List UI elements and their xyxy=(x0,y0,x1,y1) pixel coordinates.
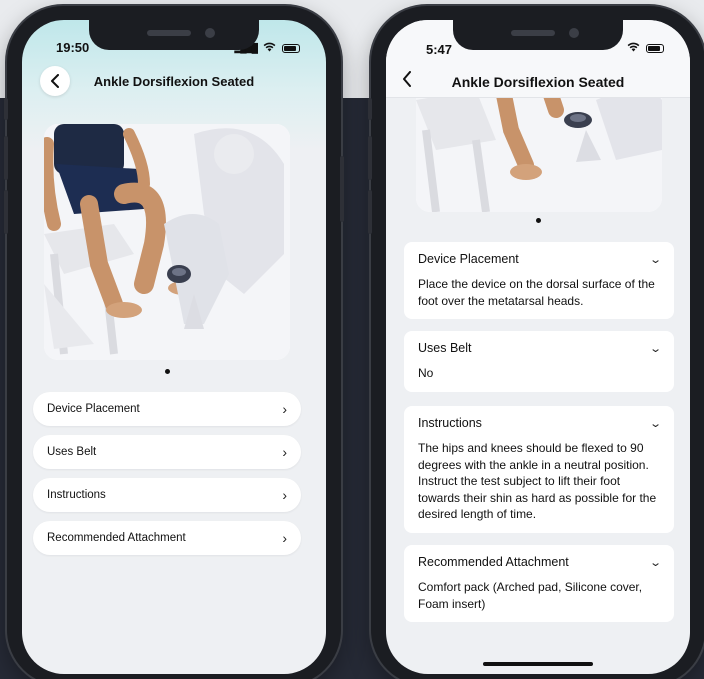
phone-right: 5:47 Ankle Dorsiflexion Seated Device Pl… xyxy=(368,6,704,679)
status-time: 19:50 xyxy=(56,40,90,55)
page-title: Ankle Dorsiflexion Seated xyxy=(93,74,255,89)
notch xyxy=(89,20,259,50)
notch xyxy=(453,20,623,50)
chevron-down-icon: ⌄ xyxy=(648,253,662,266)
page-title: Ankle Dorsiflexion Seated xyxy=(451,74,625,90)
section-recommended-attachment: Recommended Attachment ⌄ Comfort pack (A… xyxy=(404,545,674,622)
chevron-right-icon: › xyxy=(282,444,287,460)
side-button xyxy=(368,136,372,180)
section-body: Comfort pack (Arched pad, Silicone cover… xyxy=(418,580,643,611)
section-title: Recommended Attachment xyxy=(418,555,569,569)
section-device-placement: Device Placement ⌄ Place the device on t… xyxy=(404,242,674,319)
row-label: Uses Belt xyxy=(47,446,97,458)
section-uses-belt: Uses Belt ⌄ No xyxy=(404,331,674,392)
section-header[interactable]: Instructions ⌄ xyxy=(418,416,662,430)
section-body: Place the device on the dorsal surface o… xyxy=(418,277,655,308)
row-recommended-attachment[interactable]: Recommended Attachment › xyxy=(33,521,301,555)
page-indicator-dot xyxy=(536,218,541,223)
side-button xyxy=(4,136,8,180)
screen: 19:50 ▂▄▆█ Ankle Dorsiflexion Seated xyxy=(22,20,326,674)
wifi-icon xyxy=(627,41,640,55)
side-button xyxy=(340,156,344,222)
row-label: Instructions xyxy=(47,489,106,501)
side-button xyxy=(4,190,8,234)
screen: 5:47 Ankle Dorsiflexion Seated Device Pl… xyxy=(386,20,690,674)
side-button xyxy=(4,98,8,120)
chevron-down-icon: ⌄ xyxy=(648,556,662,569)
row-instructions[interactable]: Instructions › xyxy=(33,478,301,512)
section-title: Instructions xyxy=(418,416,482,430)
exercise-illustration xyxy=(44,124,290,360)
chevron-right-icon: › xyxy=(282,487,287,503)
section-title: Uses Belt xyxy=(418,341,472,355)
home-indicator xyxy=(483,662,593,666)
battery-icon xyxy=(282,43,300,53)
row-device-placement[interactable]: Device Placement › xyxy=(33,392,301,426)
row-uses-belt[interactable]: Uses Belt › xyxy=(33,435,301,469)
exercise-illustration xyxy=(416,80,662,212)
chevron-right-icon: › xyxy=(282,530,287,546)
wifi-icon xyxy=(263,41,276,55)
section-instructions: Instructions ⌄ The hips and knees should… xyxy=(404,406,674,533)
section-header[interactable]: Uses Belt ⌄ xyxy=(418,341,662,355)
section-body: The hips and knees should be flexed to 9… xyxy=(418,441,657,521)
chevron-right-icon: › xyxy=(282,401,287,417)
status-time: 5:47 xyxy=(426,42,453,57)
chevron-down-icon: ⌄ xyxy=(648,417,662,430)
section-header[interactable]: Device Placement ⌄ xyxy=(418,252,662,266)
section-body: No xyxy=(418,366,434,380)
row-label: Recommended Attachment xyxy=(47,532,186,544)
side-button xyxy=(368,190,372,234)
chevron-down-icon: ⌄ xyxy=(648,342,662,355)
row-label: Device Placement xyxy=(47,403,140,415)
status-icons xyxy=(627,41,664,55)
section-header[interactable]: Recommended Attachment ⌄ xyxy=(418,555,662,569)
phone-left: 19:50 ▂▄▆█ Ankle Dorsiflexion Seated xyxy=(4,6,344,679)
battery-icon xyxy=(646,43,664,53)
section-title: Device Placement xyxy=(418,252,519,266)
side-button xyxy=(368,98,372,120)
page-indicator-dot xyxy=(165,369,170,374)
